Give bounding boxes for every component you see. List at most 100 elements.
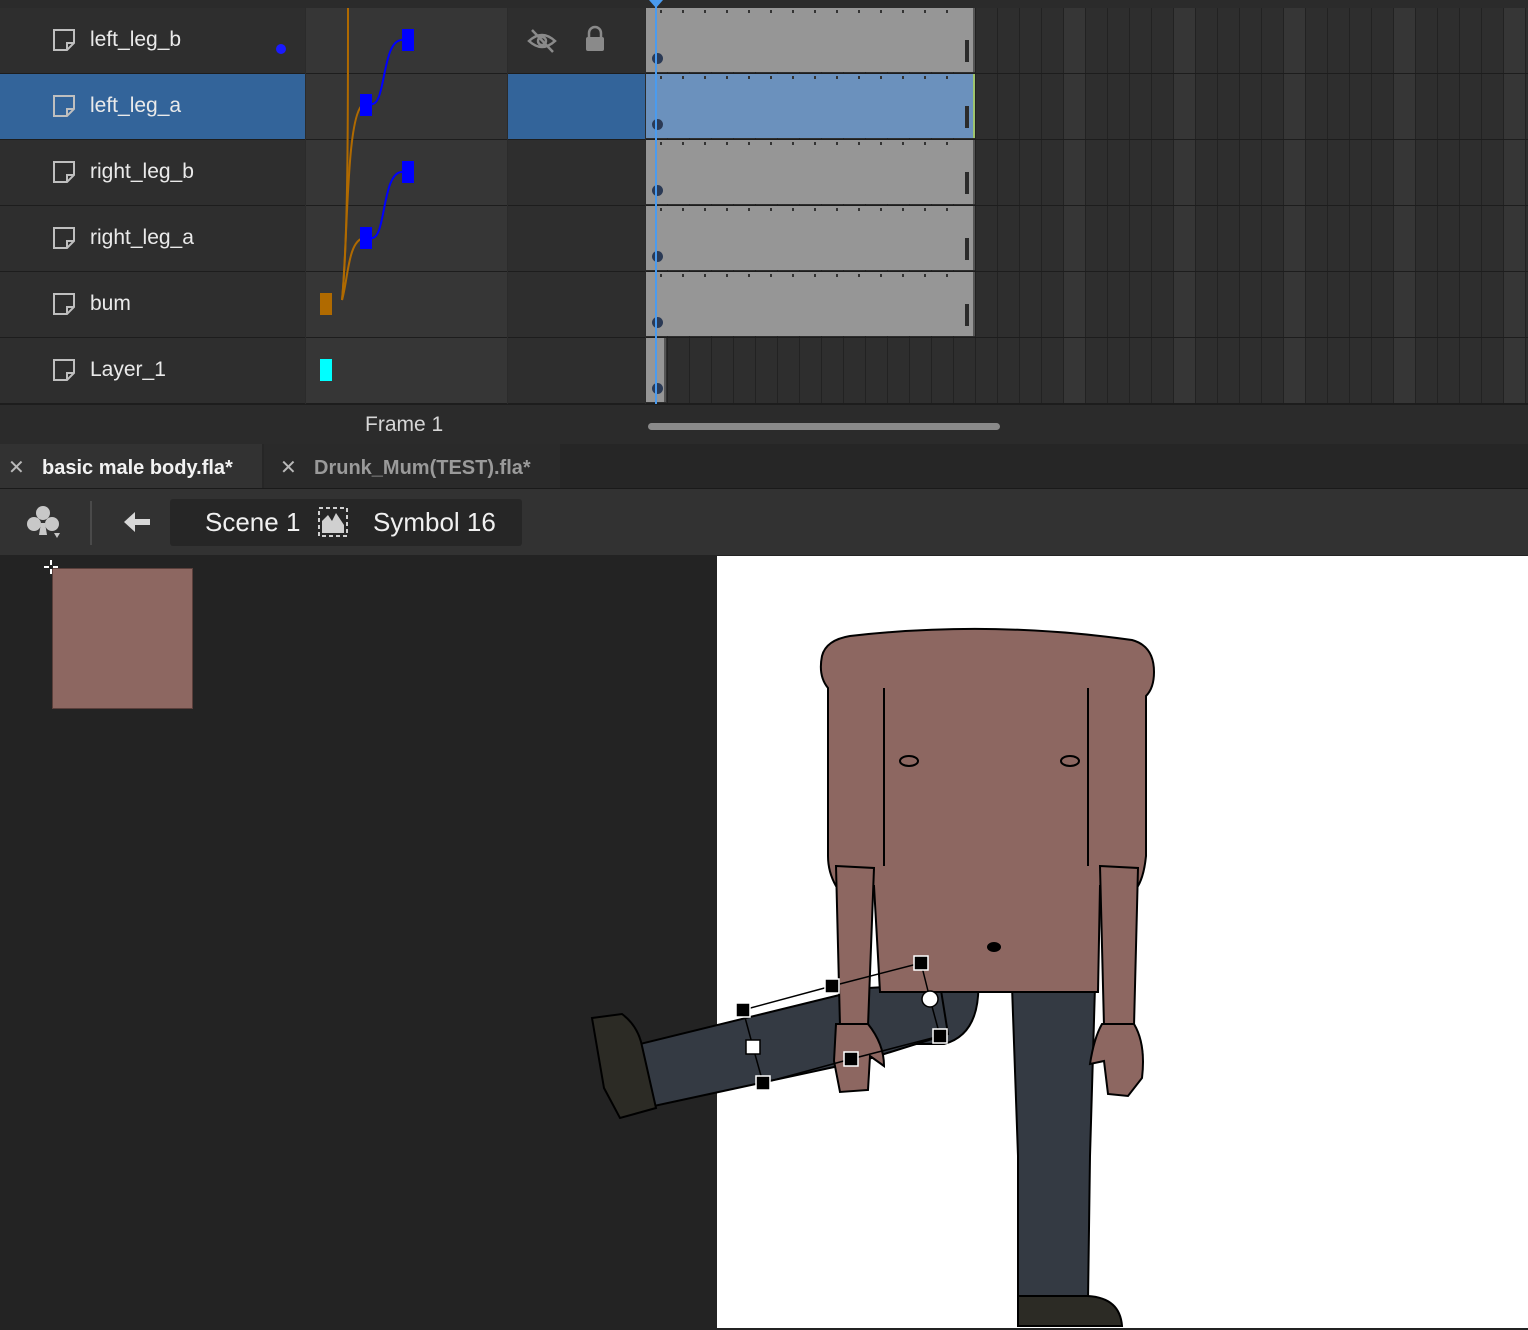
frame-span[interactable]	[646, 140, 975, 204]
edit-bar: Scene 1 Symbol 16	[0, 489, 1528, 555]
frame-marker	[1174, 74, 1195, 139]
layer-name: left_leg_b	[90, 28, 182, 51]
span-end-marker	[965, 172, 969, 194]
frame-span[interactable]	[646, 272, 975, 336]
frame-marker	[1504, 338, 1525, 403]
arrow-left-icon[interactable]	[122, 510, 152, 534]
tab-drunk-mum[interactable]: ✕ Drunk_Mum(TEST).fla*	[264, 444, 560, 488]
close-icon[interactable]: ✕	[8, 455, 25, 480]
bone-link-blue-1	[371, 39, 403, 105]
character-drawing	[590, 627, 1156, 1327]
parent-marker-right-leg-b[interactable]	[402, 161, 414, 183]
frame-marker	[1394, 272, 1415, 337]
layer-visibility-cell[interactable]	[508, 272, 645, 338]
pasteboard[interactable]	[0, 556, 1528, 1330]
frame-marker	[1394, 8, 1415, 73]
span-end-marker	[965, 106, 969, 128]
frame-row[interactable]	[646, 272, 1528, 338]
frame-marker	[1284, 206, 1305, 271]
frame-marker	[1064, 338, 1085, 403]
lock-icon[interactable]	[580, 24, 610, 54]
playhead[interactable]	[655, 0, 657, 408]
layer-icon	[53, 293, 75, 315]
span-end-marker	[965, 238, 969, 260]
tab-label: Drunk_Mum(TEST).fla*	[314, 457, 531, 479]
frame-marker	[1504, 8, 1525, 73]
frame-row[interactable]	[646, 338, 1528, 404]
timeline-footer: Frame 1	[0, 404, 1528, 445]
parent-marker-bum[interactable]	[320, 293, 332, 315]
eye-hidden-icon[interactable]	[527, 26, 557, 56]
frame-marker	[1064, 206, 1085, 271]
frame-marker	[1284, 140, 1305, 205]
parent-marker-left-leg-a[interactable]	[360, 94, 372, 116]
keyframe[interactable]	[652, 317, 663, 328]
transform-handle[interactable]	[824, 978, 840, 994]
transform-handle[interactable]	[745, 1039, 761, 1055]
transform-handle[interactable]	[843, 1051, 859, 1067]
frame-row[interactable]	[646, 140, 1528, 206]
layer-icon	[53, 161, 75, 183]
frame-span[interactable]	[646, 206, 975, 270]
layer-name: left_leg_a	[90, 94, 182, 117]
layer-visibility-cell[interactable]	[508, 140, 645, 206]
left-leg[interactable]	[590, 982, 950, 1120]
layer-name: right_leg_a	[90, 226, 194, 249]
layer-name-cell[interactable]: right_leg_a	[0, 206, 305, 272]
keyframe[interactable]	[652, 251, 663, 262]
frame-marker	[1284, 8, 1305, 73]
layer-name: bum	[90, 292, 131, 315]
layer-visibility-cell[interactable]	[508, 338, 645, 404]
close-icon[interactable]: ✕	[280, 455, 297, 480]
layer-parenting-graph	[320, 7, 414, 381]
layer-icon	[53, 359, 75, 381]
breadcrumb-symbol[interactable]: Symbol 16	[373, 507, 496, 538]
transform-handle[interactable]	[913, 955, 929, 971]
layer-name-cell[interactable]: bum	[0, 272, 305, 338]
frame-row[interactable]	[646, 206, 1528, 272]
layer-name-cell[interactable]: left_leg_b	[0, 8, 305, 74]
keyframe[interactable]	[652, 53, 663, 64]
span-end-marker	[965, 304, 969, 326]
frame-span[interactable]	[646, 74, 975, 138]
timeline-panel: left_leg_b left_leg_a right_leg_b right_leg…	[0, 0, 1528, 445]
parent-marker-right-leg-a[interactable]	[360, 227, 372, 249]
layer-visibility-cell[interactable]	[508, 206, 645, 272]
frame-row[interactable]	[646, 8, 1528, 74]
frame-marker	[1064, 8, 1085, 73]
layer-visibility-cell[interactable]	[508, 74, 645, 140]
frame-marker	[1504, 74, 1525, 139]
keyframe[interactable]	[652, 119, 663, 130]
keyframe[interactable]	[652, 383, 663, 394]
frame-marker	[1064, 272, 1085, 337]
layer-name-cell[interactable]: left_leg_a	[0, 74, 305, 140]
layer-name-cell[interactable]: right_leg_b	[0, 140, 305, 206]
frame-marker	[1174, 272, 1195, 337]
club-icon[interactable]	[24, 503, 62, 541]
timeline-horizontal-scrollbar[interactable]	[648, 423, 1000, 430]
layer-icon	[53, 227, 75, 249]
transform-handle[interactable]	[735, 1002, 751, 1018]
playhead-handle[interactable]	[649, 0, 663, 8]
keyframe[interactable]	[652, 185, 663, 196]
frame-marker	[1504, 140, 1525, 205]
frame-marker	[1394, 206, 1415, 271]
span-end-marker	[965, 40, 969, 62]
transform-handle[interactable]	[932, 1028, 948, 1044]
transform-pivot[interactable]	[921, 990, 939, 1008]
frame-marker	[1174, 338, 1195, 403]
layer-name-cell[interactable]: Layer_1	[0, 338, 305, 404]
tab-basic-male-body[interactable]: ✕ basic male body.fla*	[0, 444, 262, 488]
frame-marker	[1504, 272, 1525, 337]
timeline-frames[interactable]	[646, 8, 1528, 404]
frame-marker	[1394, 74, 1415, 139]
frame-row[interactable]	[646, 74, 1528, 140]
parent-marker-layer-1[interactable]	[320, 359, 332, 381]
layer-icon	[53, 95, 75, 117]
frame-ticks	[660, 274, 960, 277]
breadcrumb-scene[interactable]: Scene 1	[205, 507, 300, 538]
frame-ticks	[660, 76, 960, 79]
transform-handle[interactable]	[755, 1075, 771, 1091]
parent-marker-left-leg-b[interactable]	[402, 29, 414, 51]
frame-span[interactable]	[646, 8, 975, 72]
